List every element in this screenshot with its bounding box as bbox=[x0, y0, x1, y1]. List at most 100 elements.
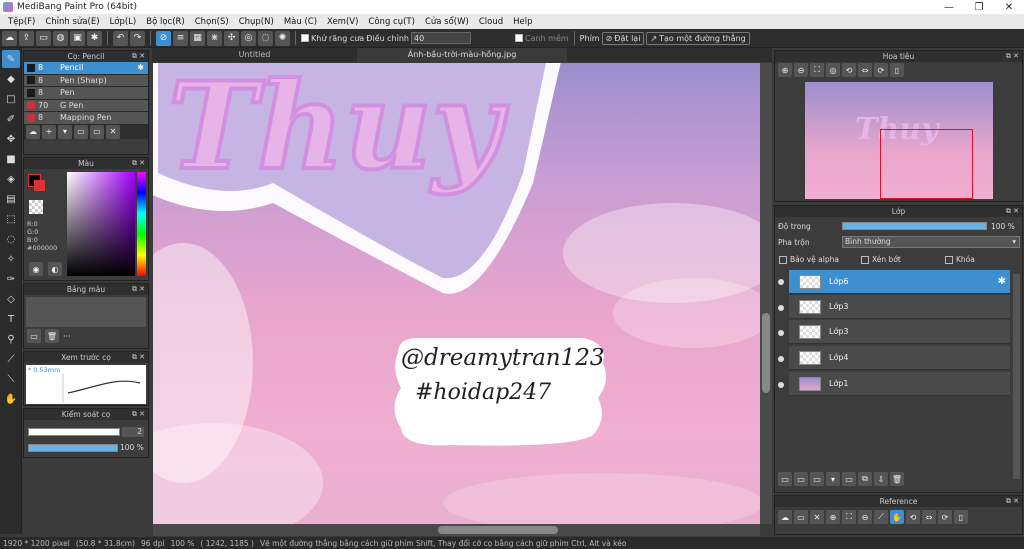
fill-rect-icon[interactable]: ■ bbox=[2, 150, 20, 168]
window-icon[interactable]: ▯ bbox=[954, 510, 968, 524]
horizontal-scrollbar[interactable] bbox=[153, 524, 760, 536]
tab-image[interactable]: Ảnh-bầu-trời-màu-hồng.jpg bbox=[357, 48, 567, 62]
brush-item[interactable]: 8 Pen bbox=[24, 87, 148, 100]
eye-icon[interactable] bbox=[778, 305, 784, 311]
folder-open-icon[interactable]: ▭ bbox=[90, 124, 104, 139]
gear-icon[interactable]: ✱ bbox=[87, 30, 102, 46]
cloud-icon[interactable]: ☁ bbox=[2, 30, 17, 46]
rotate-left-icon[interactable]: ⟲ bbox=[842, 63, 856, 77]
palette-more[interactable]: ··· bbox=[63, 332, 71, 341]
snap-off-icon[interactable]: ⊘ bbox=[156, 30, 171, 46]
lasso-icon[interactable]: ◌ bbox=[2, 230, 20, 248]
gear-icon[interactable]: ✱ bbox=[998, 276, 1006, 287]
brush-size-slider[interactable] bbox=[28, 428, 120, 436]
new-8bit-layer-icon[interactable]: ▭ bbox=[810, 472, 824, 486]
snap-checkbox[interactable] bbox=[514, 34, 523, 42]
menu-cloud[interactable]: Cloud bbox=[474, 17, 508, 27]
dot-pen-icon[interactable]: ✐ bbox=[2, 110, 20, 128]
select-pen-icon[interactable]: ✑ bbox=[2, 270, 20, 288]
panel-close-icon[interactable]: ⧉ ✕ bbox=[132, 352, 145, 363]
layer-row[interactable]: Lớp1 bbox=[789, 372, 1010, 396]
reset-button[interactable]: ⊘ Đặt lại bbox=[601, 31, 645, 45]
duplicate-icon[interactable]: ⧉ bbox=[858, 472, 872, 486]
menu-help[interactable]: Help bbox=[508, 17, 537, 27]
brush-item[interactable]: 8 Pen (Sharp) bbox=[24, 74, 148, 87]
transparent-color-swatch[interactable] bbox=[29, 200, 43, 214]
delete-palette-icon[interactable]: 🗑 bbox=[45, 329, 59, 343]
navigator-viewport[interactable] bbox=[880, 129, 973, 199]
eraser-icon[interactable]: ◆ bbox=[2, 70, 20, 88]
tab-untitled[interactable]: Untitled bbox=[152, 48, 357, 62]
palette-area[interactable] bbox=[26, 297, 146, 327]
cross-snap-icon[interactable]: ✣ bbox=[224, 30, 239, 46]
eyedropper-icon[interactable]: ⟋ bbox=[874, 510, 888, 524]
panel-close-icon[interactable]: ⧉ ✕ bbox=[1006, 496, 1019, 507]
panel-close-icon[interactable]: ⧉ ✕ bbox=[132, 158, 145, 169]
minimize-button[interactable]: — bbox=[934, 2, 964, 13]
panel-close-icon[interactable]: ⧉ ✕ bbox=[132, 284, 145, 295]
window-icon[interactable]: ▯ bbox=[890, 63, 904, 77]
actual-size-icon[interactable]: ◎ bbox=[826, 63, 840, 77]
menu-file[interactable]: Tệp(F) bbox=[3, 17, 40, 27]
canvas[interactable]: Thuy @dreamytran123 #hoidap247 bbox=[153, 63, 760, 524]
undo-icon[interactable]: ↶ bbox=[113, 30, 128, 46]
chat-icon[interactable]: ◍ bbox=[53, 30, 68, 46]
curve-snap-icon[interactable]: ◌ bbox=[258, 30, 273, 46]
move-icon[interactable]: ✥ bbox=[2, 130, 20, 148]
delete-icon[interactable]: ✕ bbox=[106, 124, 120, 139]
zoom-in-icon[interactable]: ⊕ bbox=[826, 510, 840, 524]
share-icon[interactable]: ⇪ bbox=[19, 30, 34, 46]
magic-wand-icon[interactable]: ✧ bbox=[2, 250, 20, 268]
secondary-color-swatch[interactable] bbox=[34, 180, 45, 191]
eye-icon[interactable] bbox=[778, 382, 784, 388]
eye-icon[interactable] bbox=[778, 330, 784, 336]
rectangle-icon[interactable]: □ bbox=[2, 90, 20, 108]
vertical-scroll-thumb[interactable] bbox=[762, 313, 770, 393]
brush-item[interactable]: 8 Pencil ✱ bbox=[24, 62, 148, 75]
hue-slider[interactable] bbox=[137, 172, 146, 276]
merge-icon[interactable]: ⇩ bbox=[874, 472, 888, 486]
horizontal-scroll-thumb[interactable] bbox=[438, 526, 558, 534]
bucket-icon[interactable]: ◈ bbox=[2, 170, 20, 188]
lock-checkbox[interactable] bbox=[945, 255, 953, 264]
new-layer-icon[interactable]: ▭ bbox=[778, 472, 792, 486]
menu-color[interactable]: Màu (C) bbox=[279, 17, 322, 27]
menu-window[interactable]: Cửa sổ(W) bbox=[420, 17, 474, 27]
vertical-scrollbar[interactable] bbox=[760, 63, 772, 524]
rotate-reset-icon[interactable]: ⟳ bbox=[874, 63, 888, 77]
layer-row[interactable]: Lớp4 bbox=[789, 346, 1010, 370]
layer-menu-icon[interactable]: ▾ bbox=[826, 472, 840, 486]
brush-menu-icon[interactable]: ▾ bbox=[58, 124, 72, 139]
layer-scrollbar[interactable] bbox=[1013, 274, 1020, 479]
panel-close-icon[interactable]: ⧉ ✕ bbox=[1006, 51, 1019, 62]
close-icon[interactable]: ✕ bbox=[810, 510, 824, 524]
select-icon[interactable]: ⬚ bbox=[2, 210, 20, 228]
divide-icon[interactable]: ⟍ bbox=[2, 370, 20, 388]
create-line-button[interactable]: ↗ Tạo một đường thẳng bbox=[646, 31, 750, 45]
menu-tools[interactable]: Công cụ(T) bbox=[363, 17, 420, 27]
circle-snap-icon[interactable]: ◎ bbox=[241, 30, 256, 46]
color-square[interactable] bbox=[67, 172, 135, 276]
new-halftone-layer-icon[interactable]: ▭ bbox=[794, 472, 808, 486]
operation-icon[interactable]: ⚲ bbox=[2, 330, 20, 348]
layer-row[interactable]: Lớp3 bbox=[789, 320, 1010, 344]
hand-icon[interactable]: ✋ bbox=[890, 510, 904, 524]
layer-row[interactable]: Lớp6 ✱ bbox=[789, 270, 1010, 294]
parallel-snap-icon[interactable]: ≡ bbox=[173, 30, 188, 46]
clip-checkbox[interactable] bbox=[861, 255, 869, 264]
blend-select[interactable]: Bình thường ▾ bbox=[842, 236, 1020, 248]
open-file-icon[interactable]: ▭ bbox=[794, 510, 808, 524]
fit-icon[interactable]: ⛶ bbox=[842, 510, 856, 524]
eye-icon[interactable] bbox=[778, 356, 784, 362]
flip-icon[interactable]: ⇔ bbox=[922, 510, 936, 524]
panel-close-icon[interactable]: ⧉ ✕ bbox=[1006, 206, 1019, 217]
layer-opacity-slider[interactable] bbox=[842, 222, 987, 230]
new-palette-icon[interactable]: ▭ bbox=[27, 329, 41, 343]
folder-icon[interactable]: ▭ bbox=[74, 124, 88, 139]
perspective-snap-icon[interactable]: ✺ bbox=[275, 30, 290, 46]
brush-item[interactable]: 8 Mapping Pen bbox=[24, 112, 148, 125]
color-wheel-icon[interactable]: ◐ bbox=[48, 262, 62, 276]
folder-icon[interactable]: ▭ bbox=[842, 472, 856, 486]
eye-icon[interactable] bbox=[778, 279, 784, 285]
cloud-icon[interactable]: ☁ bbox=[778, 510, 792, 524]
